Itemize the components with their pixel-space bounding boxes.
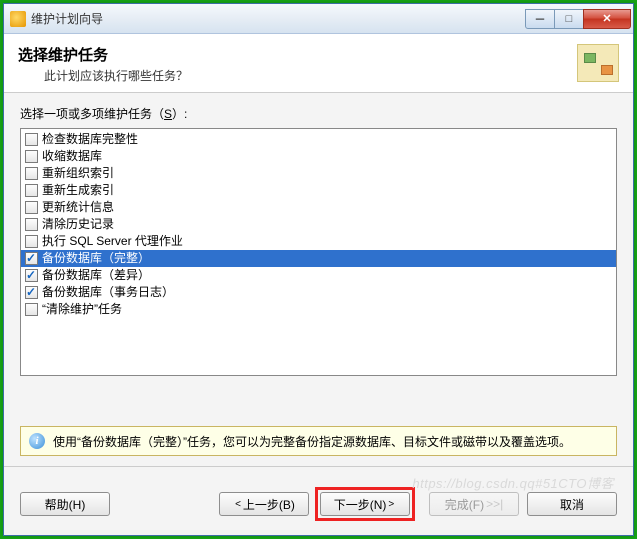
info-icon: i: [29, 433, 45, 449]
wizard-window: 维护计划向导 － □ ✕ 选择维护任务 此计划应该执行哪些任务？ 选择一项或多项…: [3, 3, 634, 536]
task-checklist[interactable]: 检查数据库完整性收缩数据库重新组织索引重新生成索引更新统计信息清除历史记录执行 …: [20, 128, 617, 376]
task-checkbox[interactable]: [25, 269, 38, 282]
next-button-highlight: 下一步(N) >: [315, 487, 415, 521]
task-checkbox[interactable]: [25, 150, 38, 163]
task-row[interactable]: 备份数据库（差异）: [21, 267, 616, 284]
maximize-button[interactable]: □: [554, 9, 584, 29]
task-row[interactable]: 清除历史记录: [21, 216, 616, 233]
task-label: 备份数据库（差异）: [42, 267, 150, 284]
app-icon: [10, 11, 26, 27]
wizard-icon: [577, 44, 619, 82]
task-label: 重新生成索引: [42, 182, 114, 199]
info-text: 使用“备份数据库（完整）”任务，您可以为完整备份指定源数据库、目标文件或磁带以及…: [53, 433, 571, 450]
wizard-body: 选择一项或多项维护任务（S）: 检查数据库完整性收缩数据库重新组织索引重新生成索…: [4, 93, 633, 477]
task-checkbox[interactable]: [25, 286, 38, 299]
task-row[interactable]: 更新统计信息: [21, 199, 616, 216]
minimize-button[interactable]: －: [525, 9, 555, 29]
chevron-left-icon: <: [235, 499, 241, 510]
task-checkbox[interactable]: [25, 201, 38, 214]
task-row[interactable]: 重新生成索引: [21, 182, 616, 199]
task-checkbox[interactable]: [25, 133, 38, 146]
task-label: 收缩数据库: [42, 148, 102, 165]
next-button[interactable]: 下一步(N) >: [320, 492, 410, 516]
task-row[interactable]: 重新组织索引: [21, 165, 616, 182]
divider: [4, 466, 633, 467]
back-button[interactable]: < 上一步(B): [219, 492, 309, 516]
task-list-label: 选择一项或多项维护任务（S）:: [20, 105, 617, 122]
task-checkbox[interactable]: [25, 235, 38, 248]
info-panel: i 使用“备份数据库（完整）”任务，您可以为完整备份指定源数据库、目标文件或磁带…: [20, 426, 617, 456]
task-row[interactable]: 备份数据库（事务日志）: [21, 284, 616, 301]
task-row[interactable]: 执行 SQL Server 代理作业: [21, 233, 616, 250]
titlebar[interactable]: 维护计划向导 － □ ✕: [4, 4, 633, 34]
task-label: 备份数据库（完整）: [42, 250, 150, 267]
chevron-right-icon: >: [388, 499, 394, 510]
cancel-button[interactable]: 取消: [527, 492, 617, 516]
finish-button: 完成(F) >>|: [429, 492, 519, 516]
task-label: “清除维护”任务: [42, 301, 122, 318]
window-title: 维护计划向导: [31, 10, 526, 27]
task-row[interactable]: 检查数据库完整性: [21, 131, 616, 148]
task-label: 重新组织索引: [42, 165, 114, 182]
task-checkbox[interactable]: [25, 184, 38, 197]
close-button[interactable]: ✕: [583, 9, 631, 29]
help-button[interactable]: 帮助(H): [20, 492, 110, 516]
task-row[interactable]: 备份数据库（完整）: [21, 250, 616, 267]
page-title: 选择维护任务: [18, 44, 188, 65]
task-checkbox[interactable]: [25, 167, 38, 180]
task-checkbox[interactable]: [25, 252, 38, 265]
task-checkbox[interactable]: [25, 218, 38, 231]
window-controls: － □ ✕: [526, 9, 631, 29]
task-label: 执行 SQL Server 代理作业: [42, 233, 183, 250]
task-label: 清除历史记录: [42, 216, 114, 233]
bar-icon: >>|: [486, 497, 503, 511]
task-checkbox[interactable]: [25, 303, 38, 316]
page-subtitle: 此计划应该执行哪些任务？: [44, 67, 188, 84]
task-label: 更新统计信息: [42, 199, 114, 216]
task-label: 检查数据库完整性: [42, 131, 138, 148]
task-row[interactable]: 收缩数据库: [21, 148, 616, 165]
wizard-footer: 帮助(H) < 上一步(B) 下一步(N) > 完成(F) >>| 取消: [4, 477, 633, 535]
task-label: 备份数据库（事务日志）: [42, 284, 174, 301]
task-row[interactable]: “清除维护”任务: [21, 301, 616, 318]
wizard-header: 选择维护任务 此计划应该执行哪些任务？: [4, 34, 633, 93]
